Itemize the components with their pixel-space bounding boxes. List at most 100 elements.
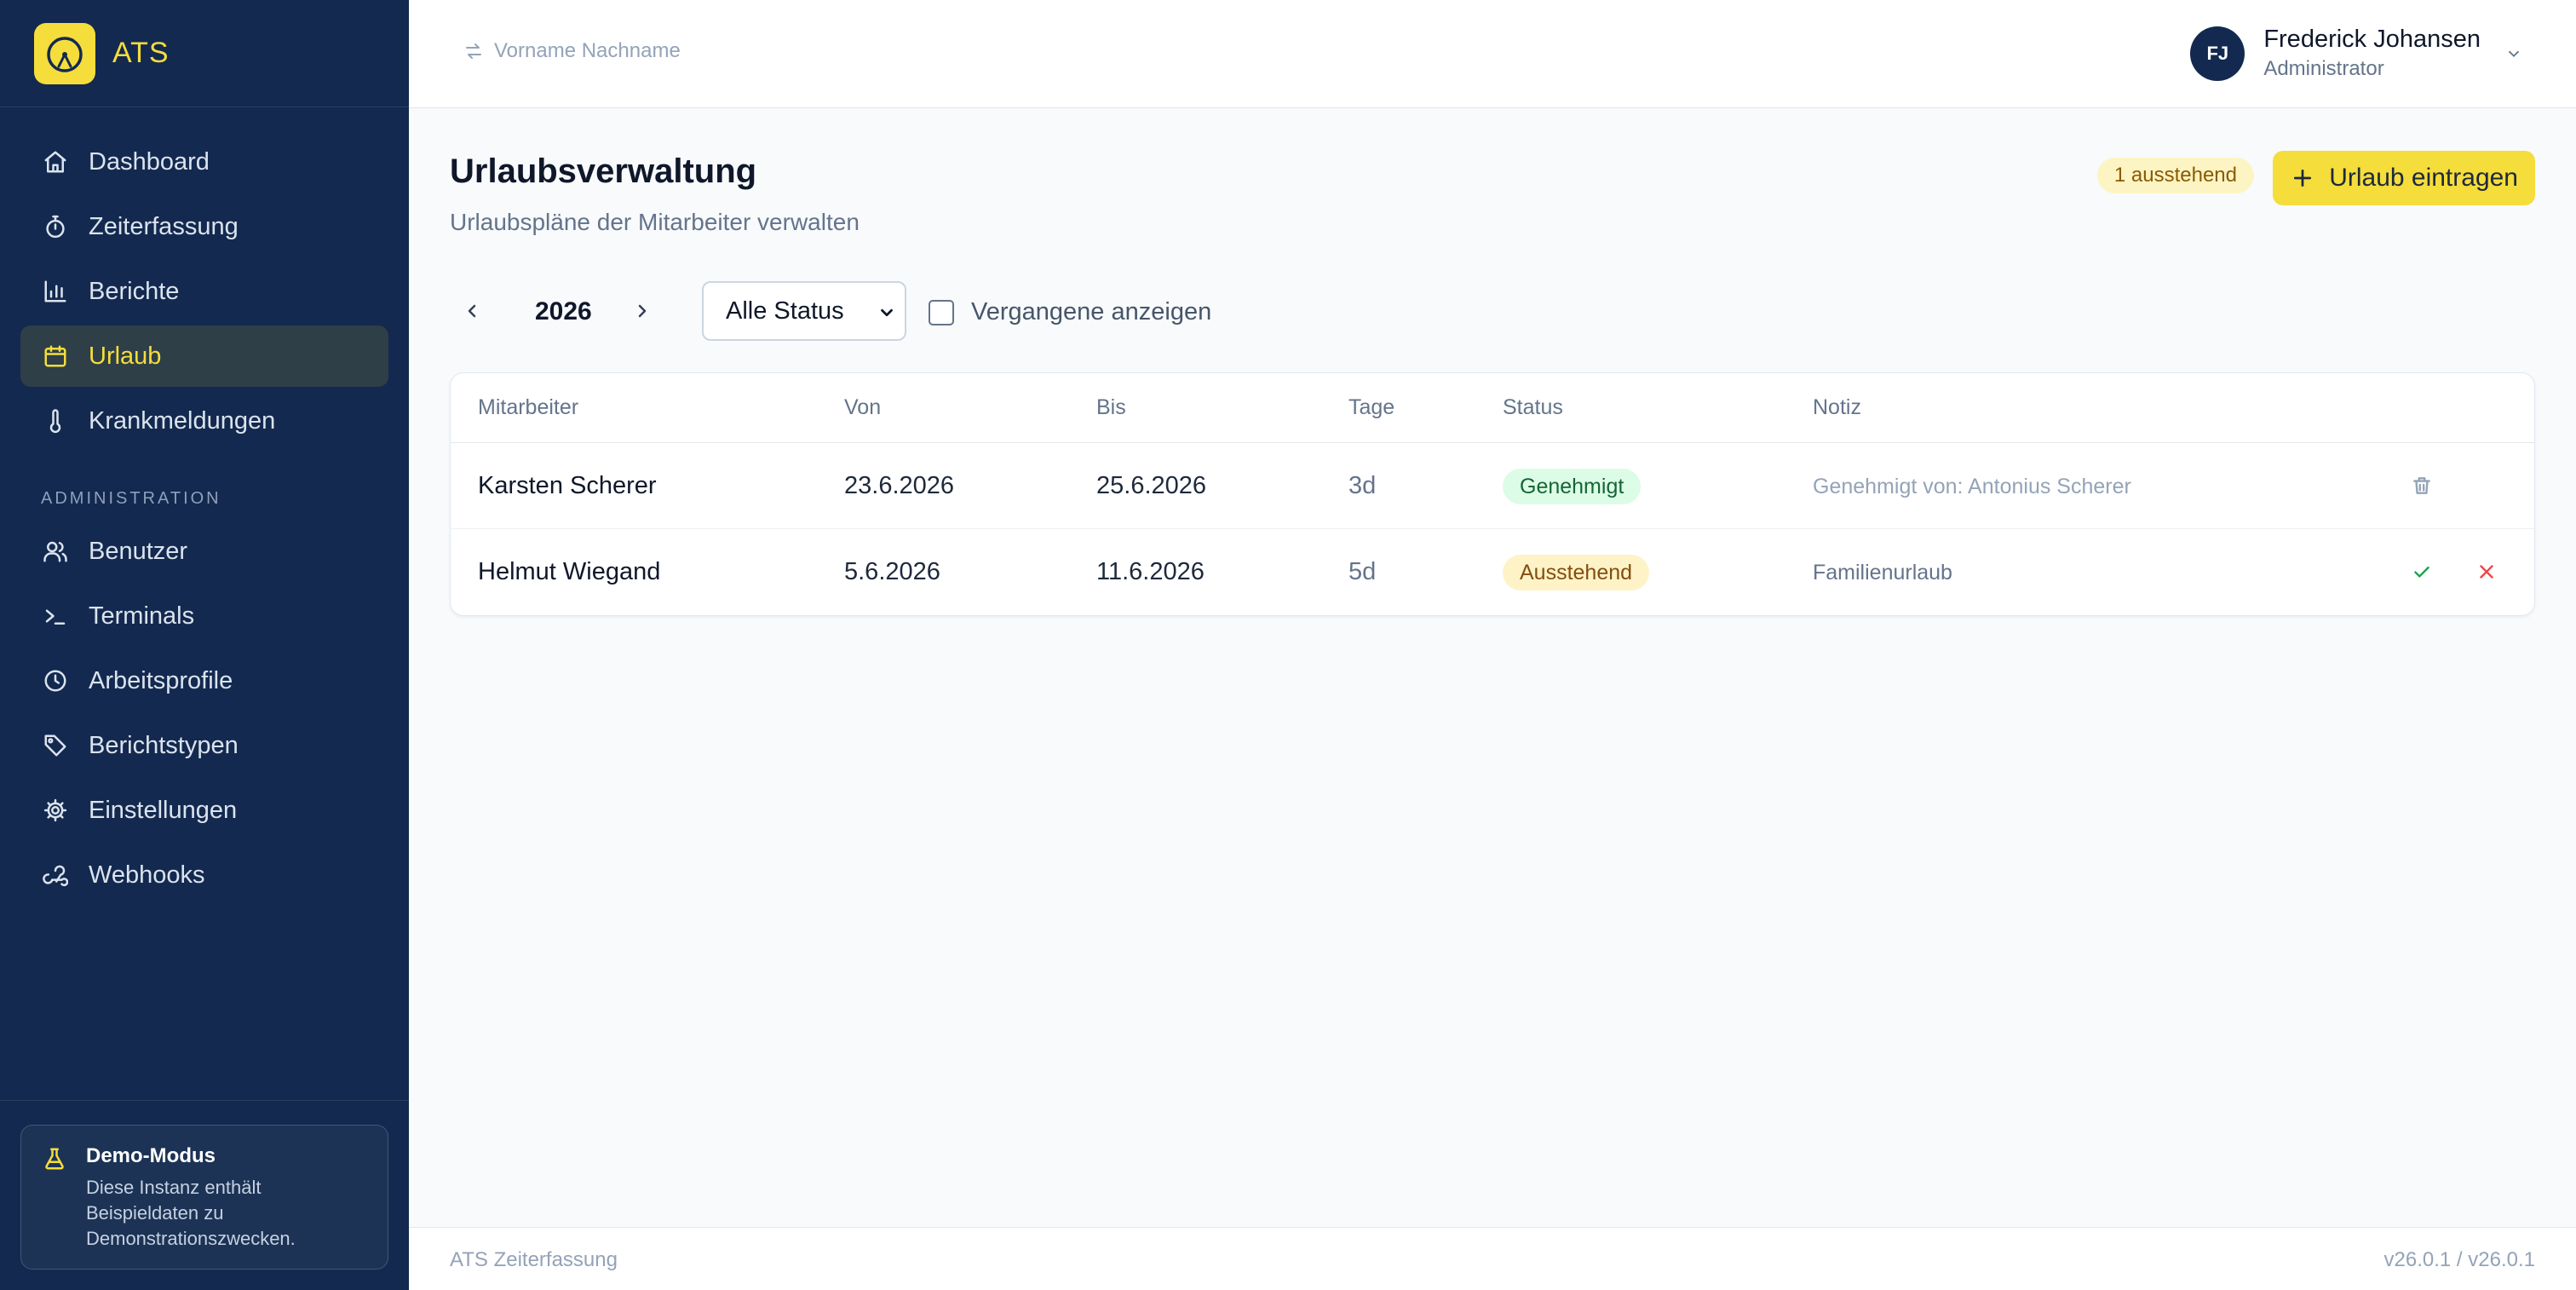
tag-icon — [41, 731, 70, 760]
sidebar-item-arbeitsprofile[interactable]: Arbeitsprofile — [20, 650, 388, 711]
status-badge: Genehmigt — [1503, 469, 1642, 504]
column-header-from: Von — [844, 395, 882, 419]
bar-chart-icon — [41, 277, 70, 306]
topbar: Vorname Nachname FJ Frederick Johansen A… — [409, 0, 2576, 108]
table-row[interactable]: Karsten Scherer 23.6.2026 25.6.2026 3d G… — [451, 443, 2534, 529]
sidebar-item-webhooks[interactable]: Webhooks — [20, 844, 388, 906]
approve-button[interactable] — [2408, 558, 2435, 585]
sidebar-item-urlaub[interactable]: Urlaub — [20, 325, 388, 387]
add-vacation-label: Urlaub eintragen — [2329, 164, 2518, 192]
switch-user-placeholder: Vorname Nachname — [494, 39, 681, 62]
table-row[interactable]: Helmut Wiegand 5.6.2026 11.6.2026 5d Aus… — [451, 529, 2534, 615]
show-past-toggle[interactable]: Vergangene anzeigen — [929, 298, 1211, 326]
sidebar-item-berichte[interactable]: Berichte — [20, 261, 388, 322]
status-badge: Ausstehend — [1503, 555, 1650, 590]
clock-icon — [41, 666, 70, 695]
next-year-button[interactable] — [625, 294, 659, 328]
sidebar-item-label: Krankmeldungen — [89, 406, 276, 435]
calendar-icon — [41, 342, 70, 371]
trash-icon — [2413, 477, 2430, 494]
sidebar-item-label: Urlaub — [89, 342, 162, 370]
section-label-administration: ADMINISTRATION — [41, 489, 221, 508]
column-header-to: Bis — [1096, 395, 1126, 419]
terminal-icon — [41, 602, 70, 631]
sidebar-item-krankmeldungen[interactable]: Krankmeldungen — [20, 390, 388, 452]
check-icon — [2414, 566, 2429, 578]
sidebar-item-einstellungen[interactable]: Einstellungen — [20, 780, 388, 841]
sidebar-item-terminals[interactable]: Terminals — [20, 585, 388, 647]
sidebar: ATS Dashboard Zeiterfassung Berichte Url… — [0, 0, 409, 1290]
swap-icon — [466, 43, 481, 59]
chevron-down-icon — [2504, 44, 2523, 63]
sidebar-item-label: Webhooks — [89, 861, 205, 889]
brand-name: ATS — [112, 37, 170, 69]
sidebar-item-dashboard[interactable]: Dashboard — [20, 131, 388, 193]
chevron-left-icon — [468, 304, 476, 318]
switch-user-control[interactable]: Vorname Nachname — [463, 39, 681, 63]
previous-year-button[interactable] — [455, 294, 489, 328]
pending-count-badge: 1 ausstehend — [2096, 158, 2254, 193]
sidebar-item-label: Zeiterfassung — [89, 212, 239, 240]
main-nav: Dashboard Zeiterfassung Berichte Urlaub … — [0, 107, 409, 906]
sidebar-item-label: Dashboard — [89, 147, 210, 176]
employee-name: Helmut Wiegand — [478, 558, 661, 585]
date-to: 25.6.2026 — [1096, 472, 1207, 499]
delete-button[interactable] — [2408, 472, 2435, 499]
note-text: Genehmigt von: Antonius Scherer — [1813, 475, 2131, 498]
gear-icon — [41, 796, 70, 825]
column-header-note: Notiz — [1813, 395, 1861, 419]
table-header: Mitarbeiter Von Bis Tage Status Notiz — [451, 373, 2534, 443]
thermometer-icon — [41, 406, 70, 435]
users-icon — [41, 537, 70, 566]
avatar: FJ — [2190, 26, 2245, 81]
stopwatch-icon — [41, 212, 70, 241]
date-from: 5.6.2026 — [844, 558, 940, 585]
chevron-right-icon — [638, 304, 647, 318]
sidebar-item-label: Benutzer — [89, 537, 188, 565]
add-vacation-button[interactable]: Urlaub eintragen — [2273, 151, 2535, 205]
sidebar-item-berichtstypen[interactable]: Berichtstypen — [20, 715, 388, 776]
employee-name: Karsten Scherer — [478, 472, 657, 499]
brand[interactable]: ATS — [0, 0, 409, 107]
note-text: Familienurlaub — [1813, 561, 1952, 585]
gauge-icon — [34, 22, 95, 84]
webhook-icon — [41, 861, 70, 890]
days-count: 5d — [1348, 558, 1377, 585]
sidebar-divider — [0, 1100, 409, 1101]
filter-bar: 2026 Alle Status Vergangene anzeigen — [450, 281, 1302, 341]
date-from: 23.6.2026 — [844, 472, 955, 499]
date-to: 11.6.2026 — [1096, 558, 1205, 585]
chevron-down-icon — [881, 308, 893, 317]
sidebar-item-label: Einstellungen — [89, 796, 238, 824]
home-icon — [41, 147, 70, 176]
show-past-checkbox[interactable] — [929, 299, 954, 325]
column-header-employee: Mitarbeiter — [478, 395, 579, 419]
reject-button[interactable] — [2473, 558, 2500, 585]
plus-icon — [2294, 169, 2312, 187]
user-info: Frederick Johansen Administrator — [2263, 26, 2481, 81]
sidebar-item-benutzer[interactable]: Benutzer — [20, 521, 388, 582]
status-filter-select[interactable]: Alle Status — [702, 281, 906, 341]
page-title: Urlaubsverwaltung — [450, 153, 757, 190]
footer-version: v26.0.1 / v26.0.1 — [2383, 1248, 2535, 1271]
sidebar-item-zeiterfassung[interactable]: Zeiterfassung — [20, 196, 388, 257]
column-header-days: Tage — [1348, 395, 1395, 419]
year-label: 2026 — [535, 297, 592, 325]
column-header-status: Status — [1503, 395, 1563, 419]
days-count: 3d — [1348, 472, 1377, 499]
vacation-table: Mitarbeiter Von Bis Tage Status Notiz Ka… — [450, 372, 2535, 616]
close-icon — [2480, 565, 2493, 579]
footer-app-name: ATS Zeiterfassung — [450, 1248, 618, 1271]
user-name: Frederick Johansen — [2263, 26, 2481, 53]
footer: ATS Zeiterfassung v26.0.1 / v26.0.1 — [409, 1227, 2576, 1290]
demo-mode-notice: Demo-Modus Diese Instanz enthält Beispie… — [20, 1125, 388, 1270]
sidebar-item-label: Terminals — [89, 602, 195, 630]
user-menu[interactable]: FJ Frederick Johansen Administrator — [2190, 26, 2523, 81]
demo-text: Diese Instanz enthält Beispieldaten zu D… — [86, 1177, 296, 1249]
sidebar-item-label: Berichtstypen — [89, 731, 239, 759]
page-subtitle: Urlaubspläne der Mitarbeiter verwalten — [450, 209, 860, 235]
user-role: Administrator — [2263, 57, 2384, 80]
demo-title: Demo-Modus — [86, 1144, 216, 1167]
show-past-label: Vergangene anzeigen — [971, 298, 1212, 325]
sidebar-item-label: Arbeitsprofile — [89, 666, 233, 694]
